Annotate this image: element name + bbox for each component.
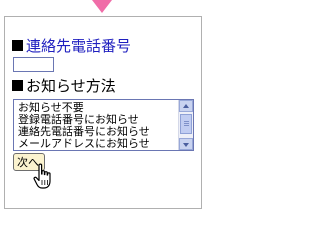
scroll-up-arrow-icon: [183, 104, 189, 108]
notification-method-label: お知らせ方法: [12, 77, 116, 95]
listbox-options: お知らせ不要 登録電話番号にお知らせ 連絡先電話番号にお知らせ メールアドレスに…: [18, 102, 175, 150]
black-square-icon: [12, 40, 23, 51]
grip-line-icon: [184, 121, 189, 122]
phone-label-text: 連絡先電話番号: [26, 37, 132, 55]
phone-label: 連絡先電話番号: [12, 37, 131, 55]
hand-pointer-icon: [33, 163, 51, 189]
down-arrow-icon: [92, 0, 112, 13]
listbox-scrollbar[interactable]: [178, 100, 193, 150]
notification-method-label-text: お知らせ方法: [26, 77, 116, 95]
grip-line-icon: [184, 123, 189, 124]
scroll-up-button[interactable]: [179, 100, 193, 112]
phone-input[interactable]: [13, 57, 54, 72]
scroll-down-button[interactable]: [179, 138, 193, 150]
grip-line-icon: [184, 125, 189, 126]
listbox-option-email[interactable]: メールアドレスにお知らせ: [18, 138, 175, 150]
scroll-down-arrow-icon: [183, 143, 189, 147]
black-square-icon: [12, 80, 23, 91]
notification-method-listbox[interactable]: お知らせ不要 登録電話番号にお知らせ 連絡先電話番号にお知らせ メールアドレスに…: [13, 99, 194, 151]
scrollbar-thumb[interactable]: [180, 114, 192, 134]
